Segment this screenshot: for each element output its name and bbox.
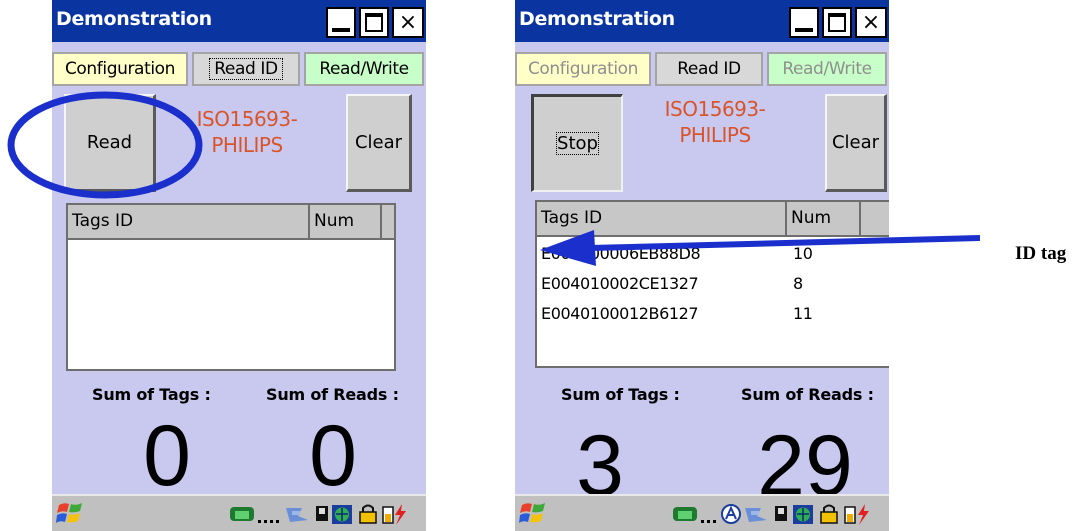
sync-icon: [775, 506, 787, 521]
sum-of-tags-label: Sum of Tags :: [561, 385, 680, 404]
stop-button-label: Stop: [556, 132, 599, 155]
tab-read-write[interactable]: Read/Write: [304, 52, 424, 86]
sync-icon: [316, 506, 328, 521]
sum-of-reads-label: Sum of Reads :: [266, 385, 399, 404]
tab-read-id-label: Read ID: [209, 58, 283, 80]
right-device-screen: Demonstration × Configuration Read ID Re…: [515, 0, 889, 531]
system-tray: [673, 504, 869, 525]
num-cell: 11: [793, 304, 813, 323]
sum-of-tags-label: Sum of Tags :: [92, 385, 211, 404]
phone-icon: [230, 507, 254, 521]
tab-configuration[interactable]: Configuration: [515, 52, 651, 86]
protocol-line-2: PHILIPS: [211, 133, 283, 157]
minimize-button[interactable]: [789, 7, 819, 38]
window-title: Demonstration: [519, 8, 675, 30]
battery-icon: [382, 504, 406, 525]
phone-icon: [673, 507, 697, 521]
num-cell: 10: [793, 244, 813, 263]
sum-of-tags-value: 0: [143, 408, 191, 504]
system-tray: [230, 504, 406, 525]
tab-configuration[interactable]: Configuration: [52, 52, 188, 86]
protocol-label: ISO15693- PHILIPS: [635, 96, 795, 148]
ellipsis-icon: [258, 520, 279, 523]
read-button[interactable]: Read: [64, 94, 156, 192]
window-title: Demonstration: [56, 8, 212, 30]
taskbar: [515, 494, 889, 531]
tag-id-cell: E0040100012B6127: [541, 304, 699, 323]
stop-button[interactable]: Stop: [531, 94, 623, 192]
ellipsis-icon: [701, 520, 716, 523]
globe-icon: [332, 505, 352, 524]
column-tags-id[interactable]: Tags ID: [537, 202, 787, 235]
tags-list[interactable]: Tags ID Num: [66, 203, 396, 371]
maximize-button[interactable]: [822, 7, 852, 38]
clear-button-label: Clear: [831, 132, 880, 153]
windows-start-icon[interactable]: [56, 500, 84, 526]
taskbar: [52, 494, 426, 531]
clear-button[interactable]: Clear: [346, 94, 412, 192]
close-icon: ×: [398, 10, 418, 35]
id-tag-callout: ID tag: [1015, 243, 1067, 264]
protocol-line-2: PHILIPS: [679, 123, 751, 147]
tag-id-cell: E007000006EB88D8: [541, 244, 701, 263]
lock-icon: [820, 504, 838, 524]
title-bar: Demonstration ×: [52, 0, 426, 42]
network-icon: [745, 508, 767, 522]
sum-of-reads-value: 0: [309, 408, 357, 504]
globe-icon: [793, 505, 813, 524]
num-cell: 8: [793, 274, 803, 293]
tags-list-header: Tags ID Num: [68, 205, 394, 240]
minimize-button[interactable]: [326, 7, 356, 38]
network-icon: [286, 508, 308, 522]
column-tags-id[interactable]: Tags ID: [68, 205, 310, 238]
close-button[interactable]: ×: [855, 7, 887, 38]
protocol-line-1: ISO15693-: [664, 97, 766, 121]
tag-id-cell: E004010002CE1327: [541, 274, 699, 293]
windows-start-icon[interactable]: [519, 500, 547, 526]
read-button-label: Read: [86, 132, 133, 153]
title-bar: Demonstration ×: [515, 0, 889, 42]
clear-button-label: Clear: [354, 132, 403, 153]
tab-read-write[interactable]: Read/Write: [767, 52, 887, 86]
close-icon: ×: [861, 10, 881, 35]
tab-read-id[interactable]: Read ID: [655, 52, 763, 86]
tab-read-id[interactable]: Read ID: [192, 52, 300, 86]
tags-list-header: Tags ID Num: [537, 202, 889, 237]
protocol-label: ISO15693- PHILIPS: [172, 106, 322, 158]
ime-icon: [721, 504, 741, 524]
battery-icon: [844, 504, 869, 525]
clear-button[interactable]: Clear: [825, 94, 887, 192]
protocol-line-1: ISO15693-: [196, 107, 298, 131]
maximize-button[interactable]: [359, 7, 389, 38]
tags-list[interactable]: Tags ID Num E007000006EB88D8 10 E0040100…: [535, 200, 889, 368]
left-device-screen: Demonstration × Configuration Read ID Re…: [52, 0, 426, 531]
close-button[interactable]: ×: [392, 7, 424, 38]
column-num[interactable]: Num: [310, 205, 382, 238]
lock-icon: [359, 504, 377, 524]
sum-of-reads-label: Sum of Reads :: [741, 385, 874, 404]
column-num[interactable]: Num: [787, 202, 861, 235]
